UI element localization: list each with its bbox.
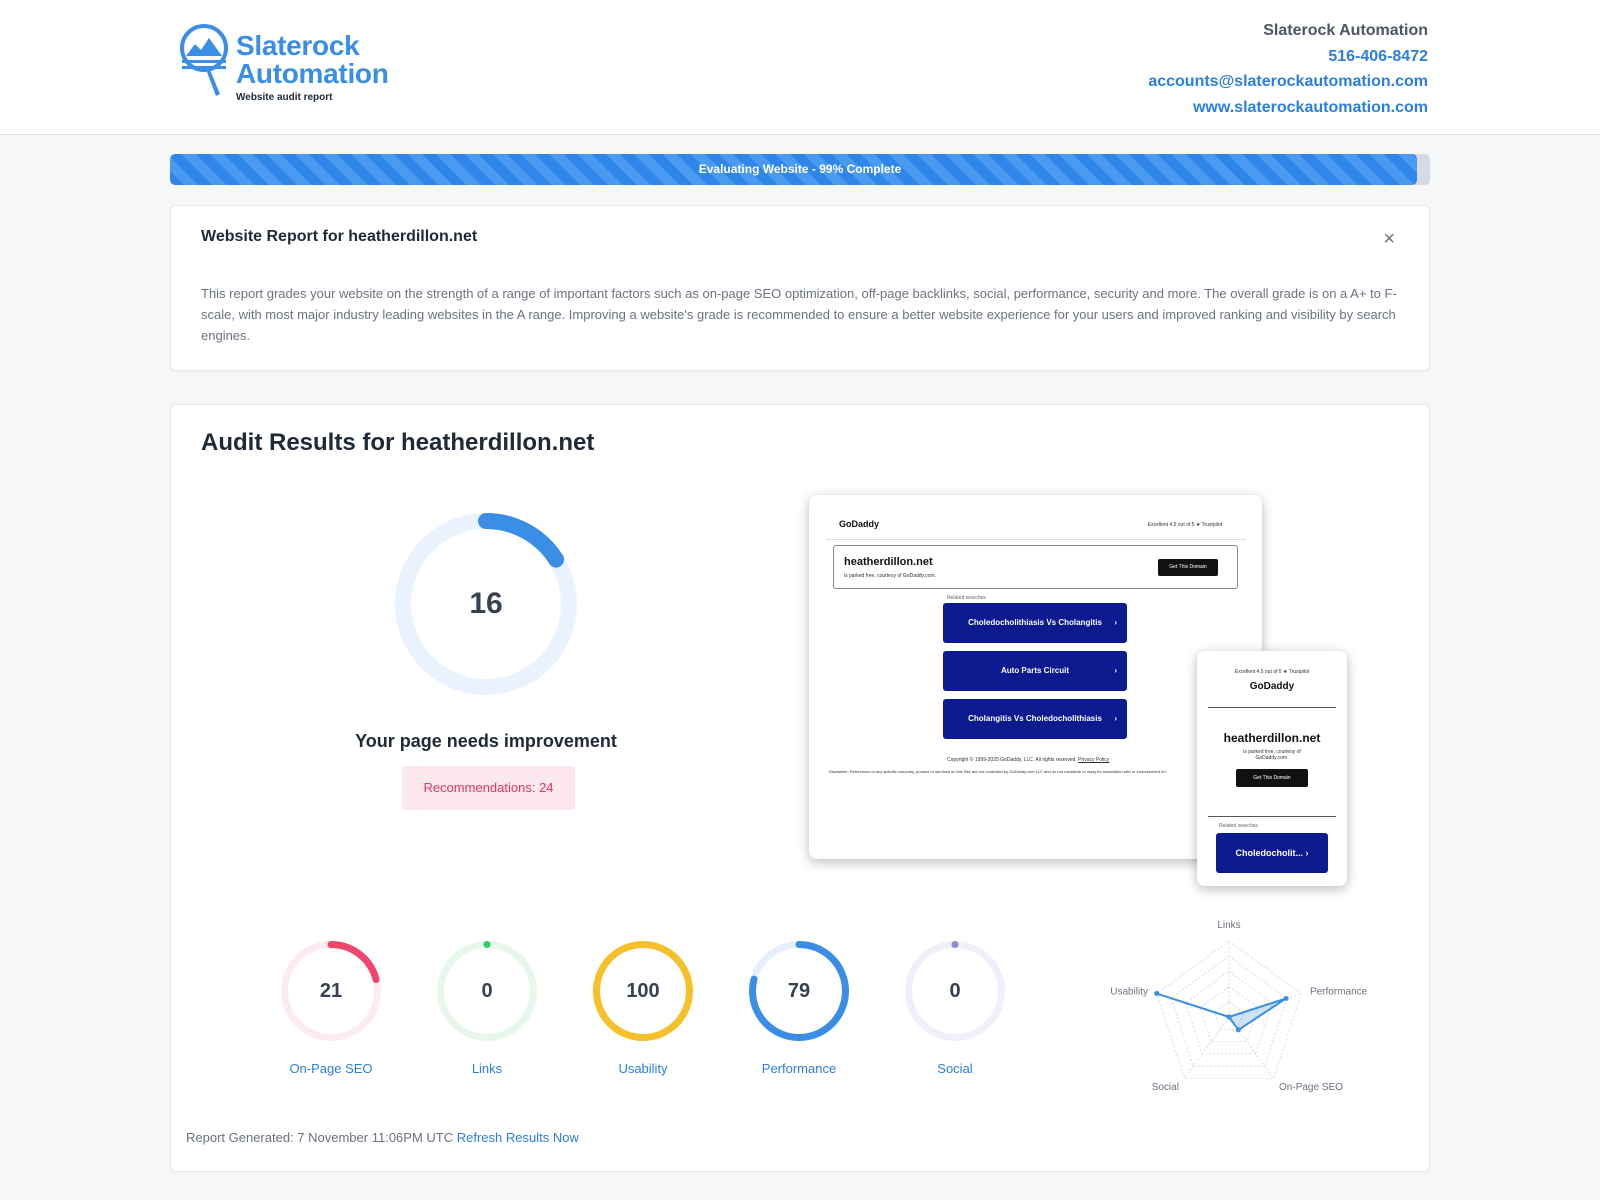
category-label[interactable]: Usability bbox=[573, 1061, 713, 1076]
mobile-screenshot-preview: Excellent 4.5 out of 5 ★ Trustpilot GoDa… bbox=[1197, 651, 1347, 886]
category-label[interactable]: On-Page SEO bbox=[261, 1061, 401, 1076]
report-description: This report grades your website on the s… bbox=[201, 286, 1397, 343]
trustpilot-rating: Excellent 4.5 out of 5 ★ Trustpilot bbox=[1147, 522, 1222, 528]
radar-point bbox=[1283, 995, 1289, 1001]
radar-axis-label: Social bbox=[1152, 1082, 1179, 1093]
magnifier-mountain-icon bbox=[180, 24, 228, 96]
mobile-parked-text: is parked free, courtesy of GoDaddy.com. bbox=[1243, 749, 1301, 761]
domain-box: heatherdillon.net is parked free, courte… bbox=[833, 545, 1238, 589]
copyright-line: Copyright © 1999-2025 GoDaddy, LLC. All … bbox=[947, 757, 1077, 763]
divider bbox=[826, 539, 1246, 540]
category-label[interactable]: Social bbox=[885, 1061, 1025, 1076]
preview-domain: heatherdillon.net bbox=[844, 556, 933, 568]
category-score: 0 bbox=[481, 980, 493, 1002]
related-result-button: Cholangitis Vs Choledocholithiasis › bbox=[943, 699, 1127, 739]
chevron-right-icon: › bbox=[1114, 666, 1117, 675]
report-generated-text: Report Generated: 7 November 11:06PM UTC bbox=[186, 1130, 454, 1145]
mobile-domain: heatherdillon.net bbox=[1223, 731, 1321, 745]
contact-info: Slaterock Automation 516-406-8472 accoun… bbox=[1148, 18, 1428, 120]
copyright-text: Copyright © 1999-2025 GoDaddy, LLC. All … bbox=[947, 757, 1109, 763]
progress-label: Evaluating Website - 99% Complete bbox=[698, 162, 902, 176]
close-icon[interactable]: × bbox=[1383, 228, 1395, 250]
website-link[interactable]: www.slaterockautomation.com bbox=[1148, 95, 1428, 121]
report-title: Website Report for heatherdillon.net bbox=[201, 228, 478, 245]
company-name: Slaterock Automation bbox=[1263, 22, 1428, 39]
category-score: 79 bbox=[787, 980, 811, 1002]
radar-axis-label: Usability bbox=[1110, 987, 1148, 998]
radar-point bbox=[1235, 1027, 1241, 1033]
related-result-label: Choledocholithiasis Vs Cholangitis bbox=[968, 618, 1102, 627]
category-score: 21 bbox=[319, 980, 343, 1002]
email-link[interactable]: accounts@slaterockautomation.com bbox=[1148, 69, 1428, 95]
refresh-results-link[interactable]: Refresh Results Now bbox=[457, 1130, 579, 1145]
related-result-label: Auto Parts Circuit bbox=[1000, 666, 1069, 675]
recommendations-badge[interactable]: Recommendations: 24 bbox=[402, 766, 575, 810]
audit-results-card: Audit Results for heatherdillon.net 16 Y… bbox=[170, 404, 1430, 1172]
mobile-divider-2 bbox=[1208, 816, 1336, 817]
brand-logo[interactable]: Slaterock Automation Website audit repor… bbox=[180, 22, 440, 104]
logo-line-2: Automation bbox=[236, 58, 389, 89]
category-label[interactable]: Links bbox=[417, 1061, 557, 1076]
mobile-godaddy-logo: GoDaddy bbox=[1249, 681, 1295, 692]
evaluation-progress-bar: Evaluating Website - 99% Complete bbox=[170, 154, 1430, 185]
desktop-screenshot-preview: GoDaddy Excellent 4.5 out of 5 ★ Trustpi… bbox=[809, 495, 1262, 859]
category-label[interactable]: Performance bbox=[729, 1061, 869, 1076]
related-searches-label: Related searches bbox=[947, 595, 986, 601]
get-domain-button: Get This Domain bbox=[1158, 559, 1218, 576]
chevron-right-icon: › bbox=[1114, 714, 1117, 723]
mobile-related-label: Related searches bbox=[1219, 823, 1258, 829]
radar-point bbox=[1154, 991, 1160, 997]
related-result-button: Choledocholithiasis Vs Cholangitis › bbox=[943, 603, 1127, 643]
mobile-result-label: Choledocholit... bbox=[1235, 848, 1304, 858]
radar-grid-ring bbox=[1156, 940, 1302, 1079]
website-report-card: Website Report for heatherdillon.net × T… bbox=[170, 205, 1430, 371]
privacy-link: Privacy Policy bbox=[1078, 757, 1110, 763]
mobile-get-domain-button: Get This Domain bbox=[1236, 769, 1308, 787]
mobile-trustpilot-rating: Excellent 4.5 out of 5 ★ Trustpilot bbox=[1234, 669, 1310, 675]
audit-title: Audit Results for heatherdillon.net bbox=[201, 429, 595, 456]
radar-point bbox=[1226, 1014, 1232, 1020]
radar-axis-label: Performance bbox=[1310, 987, 1368, 998]
verdict-text: Your page needs improvement bbox=[355, 731, 617, 751]
disclaimer-text: Disclaimer: References to any specific c… bbox=[829, 769, 1167, 774]
godaddy-logo: GoDaddy bbox=[839, 519, 880, 529]
category-score: 100 bbox=[626, 980, 660, 1002]
overall-score: 16 bbox=[469, 587, 503, 620]
logo-line-1: Slaterock bbox=[236, 30, 360, 61]
chevron-right-icon: › bbox=[1114, 618, 1117, 627]
parked-text: is parked free, courtesy of GoDaddy.com. bbox=[844, 573, 936, 579]
mobile-result-button: Choledocholit... › bbox=[1216, 833, 1328, 873]
logo-subtitle: Website audit report bbox=[236, 92, 333, 103]
related-result-button: Auto Parts Circuit › bbox=[943, 651, 1127, 691]
radar-axis-label: On-Page SEO bbox=[1279, 1082, 1343, 1093]
report-footer: Report Generated: 7 November 11:06PM UTC… bbox=[186, 1130, 579, 1145]
category-score: 0 bbox=[949, 980, 961, 1002]
phone-link[interactable]: 516-406-8472 bbox=[1148, 44, 1428, 70]
related-result-label: Cholangitis Vs Choledocholithiasis bbox=[968, 714, 1102, 723]
mobile-divider bbox=[1208, 707, 1336, 708]
radar-axis-line bbox=[1184, 1016, 1230, 1079]
site-header: Slaterock Automation Website audit repor… bbox=[0, 0, 1600, 135]
radar-value-area bbox=[1156, 992, 1287, 1032]
category-radar-chart: Links Performance On-Page SEO Social Usabili… bbox=[1110, 920, 1368, 1093]
radar-axis-label: Links bbox=[1217, 920, 1240, 931]
